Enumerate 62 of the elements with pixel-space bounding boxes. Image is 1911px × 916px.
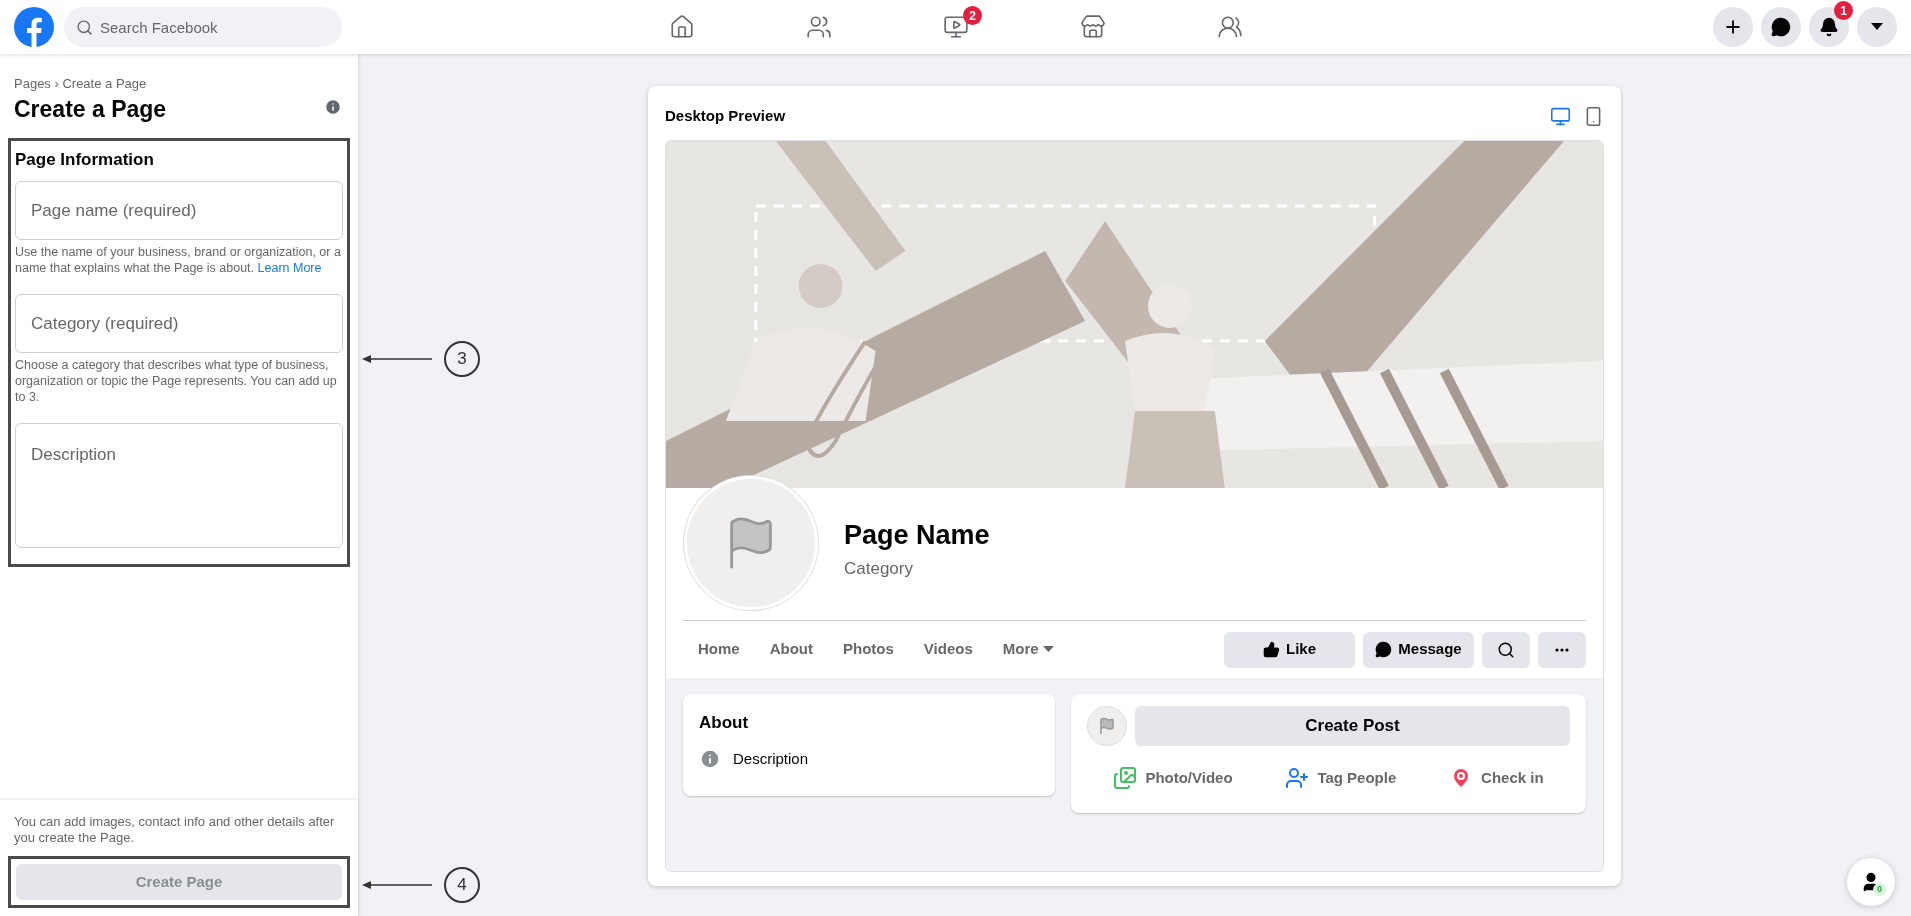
page-tab[interactable]: Home <box>683 629 755 670</box>
search-icon <box>1497 640 1515 659</box>
friends-icon <box>805 14 832 40</box>
page-tab[interactable]: Videos <box>908 629 988 670</box>
about-item: Description <box>733 748 809 769</box>
composer-option[interactable]: Tag People <box>1277 758 1405 798</box>
callout-number: 3 <box>444 341 480 377</box>
search-button[interactable] <box>1482 631 1530 668</box>
bell-icon <box>1819 17 1839 37</box>
search-icon <box>76 19 93 36</box>
desktop-view-button[interactable] <box>1550 105 1571 127</box>
chat-bubble-icon <box>1771 17 1791 37</box>
footer-note: You can add images, contact info and other details after you create the Page. <box>13 814 336 846</box>
groups-icon <box>1216 14 1243 40</box>
notifications-button[interactable] <box>1809 7 1849 47</box>
composer-option[interactable]: Check in <box>1441 758 1552 798</box>
thumbs-up-icon <box>1263 641 1280 658</box>
page-title: Create a Page <box>14 94 167 124</box>
search-field[interactable]: Search Facebook <box>64 7 342 47</box>
message-button[interactable]: Message <box>1363 631 1474 668</box>
person-icon <box>1285 766 1310 790</box>
breadcrumb: Pages › Create a Page <box>14 75 148 93</box>
notification-badge: 1 <box>1834 1 1853 20</box>
nav-tab[interactable]: 2 <box>887 2 1024 52</box>
create-post-button[interactable]: Create Post <box>1135 706 1570 746</box>
online-count: 0 <box>1873 883 1886 896</box>
preview-title: Desktop Preview <box>665 105 786 126</box>
caret-down-icon <box>1871 23 1883 31</box>
callout-number: 4 <box>444 867 480 903</box>
info-icon[interactable] <box>324 98 342 116</box>
section-title: Page Information <box>15 148 155 171</box>
info-icon <box>699 747 721 770</box>
annotation-arrow <box>362 354 432 364</box>
page-tab[interactable]: About <box>754 629 828 670</box>
helper-text: Use the name of your business, brand or organization, or a name that explains what the Page is about. Learn More <box>15 244 342 276</box>
text-field[interactable]: Category (required) <box>15 294 343 353</box>
messenger-button[interactable] <box>1761 7 1801 47</box>
page-tab[interactable]: More <box>987 629 1069 670</box>
page-category: Category <box>844 557 914 580</box>
page-tab[interactable]: Photos <box>828 629 909 670</box>
composer-option[interactable]: Photo/Video <box>1105 758 1241 798</box>
chat-bubble-icon <box>1375 641 1393 658</box>
about-title: About <box>699 712 750 734</box>
text-field[interactable]: Page name (required) <box>15 181 343 240</box>
photos-icon <box>1113 766 1138 790</box>
like-button[interactable]: Like <box>1224 631 1355 668</box>
watch-icon <box>942 14 969 40</box>
helper-text: Choose a category that describes what type of business, organization or topic the Page represents. You can add up to 3. <box>15 357 338 405</box>
create-button[interactable] <box>1713 7 1753 47</box>
learn-more-link[interactable]: Learn More <box>257 261 322 275</box>
home-icon <box>668 14 695 40</box>
notification-badge: 2 <box>963 6 982 25</box>
page-name: Page Name <box>844 519 990 552</box>
annotation-arrow <box>362 880 432 890</box>
more-icon <box>1555 647 1569 652</box>
plus-icon <box>1723 17 1743 37</box>
description-field[interactable]: Description <box>15 423 343 548</box>
flag-icon <box>1098 717 1116 735</box>
marketplace-icon <box>1079 14 1106 40</box>
account-button[interactable] <box>1857 7 1897 47</box>
contacts-button[interactable]: 0 <box>1847 858 1895 906</box>
logo-icon[interactable] <box>14 7 54 47</box>
